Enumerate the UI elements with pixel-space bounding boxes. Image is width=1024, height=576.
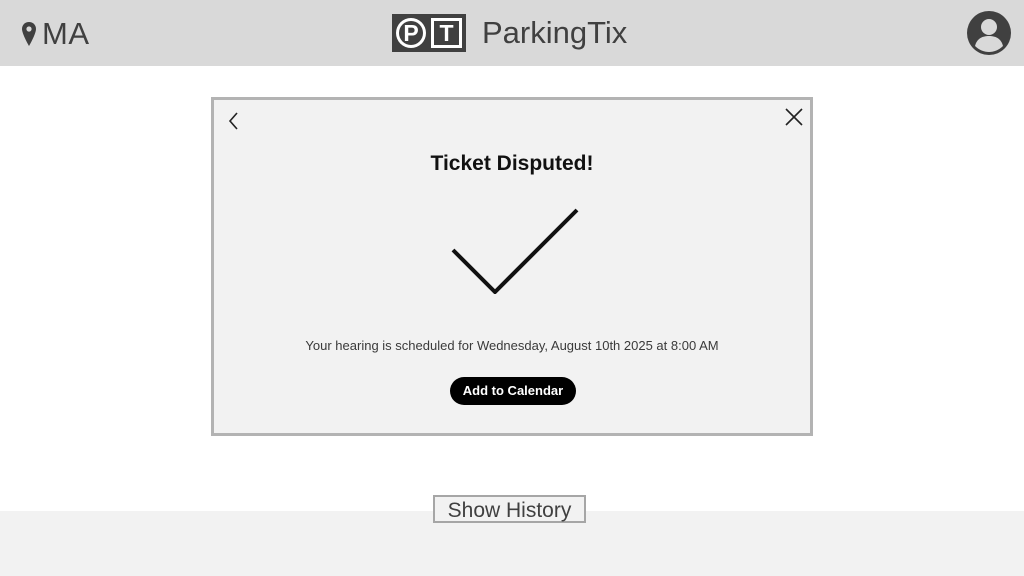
chevron-left-icon[interactable]	[224, 110, 242, 132]
logo-letter-p: P	[403, 20, 418, 46]
logo-letter-t: T	[439, 20, 453, 46]
location-label: MA	[42, 16, 90, 51]
dispute-success-modal: Ticket Disputed! Your hearing is schedul…	[211, 97, 813, 436]
top-header: MA P T ParkingTix	[0, 0, 1024, 66]
checkmark-icon	[451, 208, 579, 294]
modal-title: Ticket Disputed!	[430, 152, 594, 175]
map-pin-icon	[22, 22, 36, 46]
parkingtix-logo: P T	[392, 14, 466, 52]
show-history-button[interactable]: Show History	[433, 495, 586, 523]
hearing-schedule-text: Your hearing is scheduled for Wednesday,…	[305, 338, 719, 353]
user-avatar-button[interactable]	[967, 11, 1011, 55]
close-icon[interactable]	[784, 107, 804, 127]
brand-name: ParkingTix	[482, 15, 628, 50]
location-selector[interactable]: MA	[22, 16, 90, 52]
brand: P T ParkingTix	[392, 14, 627, 52]
user-avatar-icon	[967, 11, 1011, 55]
add-to-calendar-button[interactable]: Add to Calendar	[450, 377, 576, 405]
